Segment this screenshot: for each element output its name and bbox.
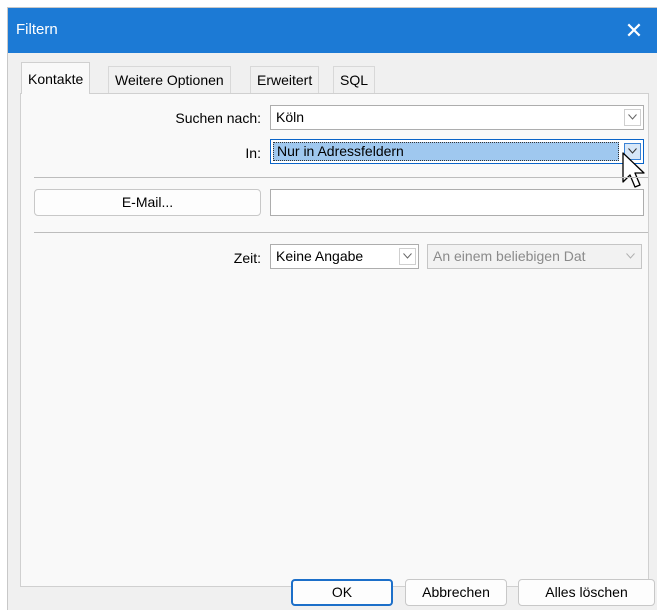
mouse-cursor-icon (622, 152, 645, 188)
chevron-down-icon (622, 248, 639, 265)
search-label: Suchen nach: (175, 110, 261, 126)
tab-sql[interactable]: SQL (333, 66, 376, 93)
in-label: In: (245, 145, 261, 161)
tab-erweitert[interactable]: Erweitert (250, 66, 320, 93)
title-bar: Filtern ✕ (8, 8, 657, 53)
filter-dialog: Filtern ✕ Kontakte Weitere Optionen Erwe… (8, 8, 657, 610)
tab-weitere-optionen[interactable]: Weitere Optionen (108, 66, 231, 93)
tab-panel (20, 93, 649, 587)
email-button[interactable]: E-Mail... (34, 189, 261, 216)
time-label: Zeit: (233, 250, 261, 266)
chevron-down-icon[interactable] (624, 109, 641, 126)
time-combo[interactable]: Keine Angabe (270, 244, 419, 269)
search-combo[interactable]: Köln (270, 105, 644, 130)
email-field[interactable] (270, 189, 644, 216)
separator (34, 232, 648, 233)
close-icon[interactable]: ✕ (611, 8, 657, 53)
date-combo: An einem beliebigen Dat (427, 244, 642, 269)
dialog-title: Filtern (16, 21, 58, 38)
in-combo[interactable]: Nur in Adressfeldern (270, 139, 644, 164)
search-value: Köln (276, 109, 305, 125)
in-value: Nur in Adressfeldern (277, 143, 404, 159)
date-value: An einem beliebigen Dat (433, 248, 586, 264)
cancel-button[interactable]: Abbrechen (405, 579, 507, 606)
tab-kontakte[interactable]: Kontakte (21, 62, 91, 94)
chevron-down-icon[interactable] (399, 248, 416, 265)
separator (34, 177, 648, 178)
ok-button[interactable]: OK (291, 579, 393, 606)
clear-all-button[interactable]: Alles löschen (518, 579, 655, 606)
time-value: Keine Angabe (276, 248, 364, 264)
